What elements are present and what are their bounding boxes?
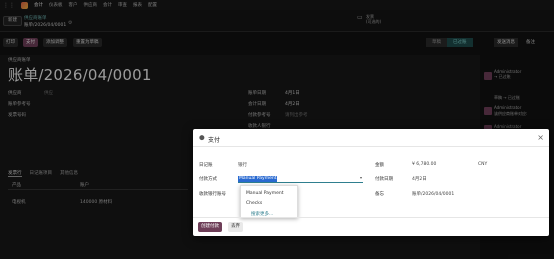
payment-method-label: 付款方式: [199, 177, 217, 182]
memo-value[interactable]: 账单/2026/04/0001: [412, 191, 454, 197]
dialog-title: 支付: [208, 137, 221, 144]
discard-button[interactable]: 丢弃: [228, 222, 243, 232]
payment-dialog: ⬤ 支付 × 日记账 银行 付款方式 Manual Payment ▾ 收款银行…: [193, 129, 549, 236]
create-payment-button[interactable]: 创建付款: [198, 222, 222, 232]
journal-value[interactable]: 银行: [238, 162, 247, 168]
close-icon[interactable]: ×: [537, 133, 544, 142]
dialog-drag-icon: ⬤: [199, 135, 205, 141]
currency-value[interactable]: CNY: [478, 162, 487, 167]
recipient-bank-account-label: 收款银行账号: [199, 192, 226, 197]
journal-label: 日记账: [199, 163, 213, 168]
chevron-down-icon[interactable]: ▾: [360, 175, 362, 180]
dropdown-option-manual[interactable]: Manual Payment: [246, 191, 283, 196]
payment-method-select[interactable]: Manual Payment ▾: [238, 175, 363, 183]
memo-label: 备忘: [375, 192, 384, 197]
payment-date-label: 付款日期: [375, 177, 393, 182]
dialog-header: ⬤ 支付 ×: [193, 129, 549, 147]
dialog-footer: 创建付款 丢弃: [193, 217, 549, 236]
dropdown-option-checks[interactable]: Checks: [246, 201, 262, 206]
payment-date-value[interactable]: 4月2日: [412, 176, 427, 182]
amount-label: 金额: [375, 163, 384, 168]
amount-value[interactable]: ¥ 6,780.00: [412, 162, 436, 167]
payment-method-value: Manual Payment: [238, 176, 278, 182]
payment-method-dropdown: Manual Payment Checks 搜索更多...: [240, 185, 298, 218]
